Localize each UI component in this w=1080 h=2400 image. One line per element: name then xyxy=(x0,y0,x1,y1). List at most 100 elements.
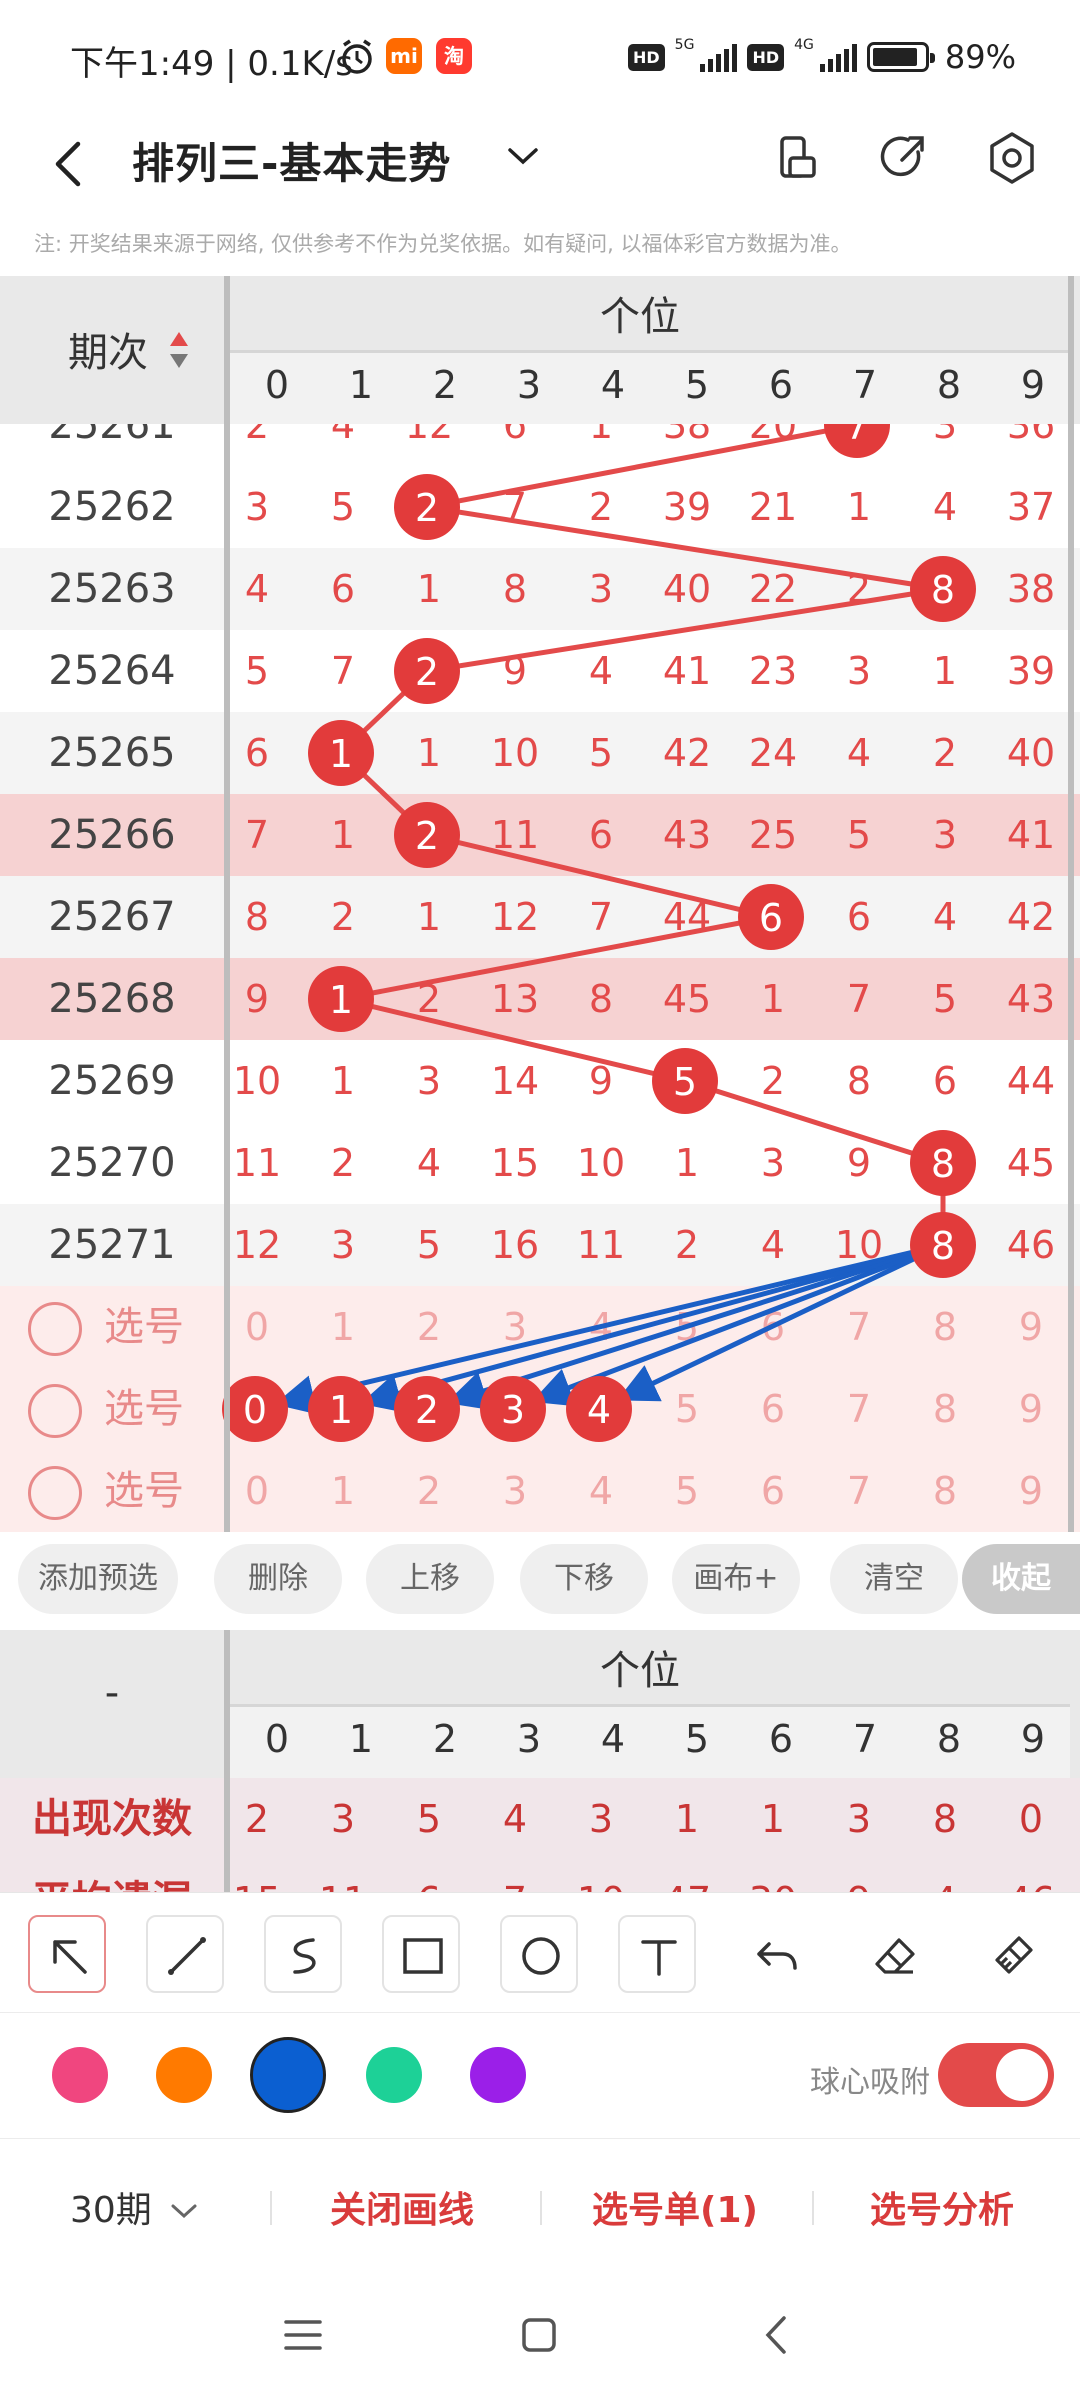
svg-text:1: 1 xyxy=(329,978,353,1022)
hit-ball: 2 xyxy=(394,474,460,540)
action-chip[interactable]: 删除 xyxy=(214,1544,342,1614)
stats-row-label: 出现次数 xyxy=(32,1796,192,1842)
svg-text:0: 0 xyxy=(243,1388,267,1432)
digit-header-5: 5 xyxy=(684,1717,710,1761)
stats-cell: 10 xyxy=(558,1860,644,1892)
digit-header-9: 9 xyxy=(1020,363,1046,407)
digit-header-7: 7 xyxy=(852,1717,878,1761)
trend-rows: 25261 2 4 12 6 1 38 20 3 36 25262 3 5 7 2 39 21 1 4 37 25263… xyxy=(0,424,1080,1532)
hd-icon: HD xyxy=(747,43,785,71)
svg-text:1: 1 xyxy=(329,732,353,776)
net-type-5g: 5G xyxy=(674,37,695,53)
action-chip[interactable]: 添加预选 xyxy=(18,1544,178,1614)
color-swatch[interactable] xyxy=(366,2047,422,2103)
stats-cell: 30 xyxy=(730,1860,816,1892)
trend-line-segment xyxy=(426,424,858,510)
issue-column-header[interactable]: 期次 xyxy=(0,276,224,424)
stats-cell: 0 xyxy=(1018,1797,1044,1841)
trend-line-overlay: 7 2 8 2 1 2 6 1 5 8 8 0 1 2 3 4 xyxy=(222,424,976,1442)
hit-ball: 8 xyxy=(910,556,976,622)
selected-pick-ball: 3 xyxy=(480,1376,546,1442)
stats-cell: 3 xyxy=(330,1797,356,1841)
line-icon xyxy=(168,1937,206,1975)
hit-ball: 5 xyxy=(652,1048,718,1114)
rectangle-tool[interactable] xyxy=(382,1915,460,1993)
period-selector[interactable]: 30期 xyxy=(70,2181,201,2233)
drawn-arrow xyxy=(446,1242,944,1410)
trend-line-segment xyxy=(340,996,686,1084)
svg-text:1: 1 xyxy=(329,1388,353,1432)
hit-ball: 2 xyxy=(394,638,460,704)
snap-to-ball-label: 球心吸附 xyxy=(810,2065,930,2100)
digit-header-3: 3 xyxy=(516,363,542,407)
pick-list-button[interactable]: 选号单(1) xyxy=(592,2181,758,2233)
curve-tool[interactable] xyxy=(264,1915,342,1993)
digit-header-6: 6 xyxy=(768,363,794,407)
undo-button[interactable] xyxy=(736,1915,814,1993)
toggle-knob xyxy=(996,2049,1048,2101)
stats-position-header: 个位 xyxy=(600,1648,680,1694)
hit-ball: 1 xyxy=(308,966,374,1032)
line-tool[interactable] xyxy=(146,1915,224,1993)
drawn-arrow xyxy=(274,1242,944,1415)
sort-icon[interactable] xyxy=(168,328,190,372)
circle-tool[interactable] xyxy=(500,1915,578,1993)
close-drawing-button[interactable]: 关闭画线 xyxy=(330,2181,474,2233)
eraser-button[interactable] xyxy=(854,1915,932,1993)
settings-icon[interactable] xyxy=(980,126,1044,190)
digit-header-0: 0 xyxy=(264,1717,290,1761)
stats-cell: 1 xyxy=(674,1797,700,1841)
svg-text:8: 8 xyxy=(931,568,955,612)
svg-text:2: 2 xyxy=(415,486,439,530)
pick-analysis-button[interactable]: 选号分析 xyxy=(870,2181,1014,2233)
status-bar: 下午1:49 | 0.1K/s mi 淘 HD 5G HD 4G 89% xyxy=(0,0,1080,110)
trend-table-header: 期次 个位 0 1 2 3 4 5 6 7 8 9 xyxy=(0,276,1080,424)
color-swatch[interactable] xyxy=(52,2047,108,2103)
eraser-icon xyxy=(875,1938,915,1974)
select-arrow-tool[interactable] xyxy=(28,1915,106,1993)
share-icon[interactable] xyxy=(872,126,936,190)
snap-to-ball-toggle[interactable] xyxy=(938,2043,1054,2107)
menu-icon[interactable] xyxy=(280,2312,326,2358)
back-icon[interactable] xyxy=(40,134,100,194)
drawing-toolbar xyxy=(0,1892,1080,2012)
text-tool[interactable] xyxy=(618,1915,696,1993)
selected-pick-ball: 4 xyxy=(566,1376,632,1442)
action-chip[interactable]: 清空 xyxy=(830,1544,958,1614)
color-swatch[interactable] xyxy=(156,2047,212,2103)
action-chip[interactable]: 上移 xyxy=(366,1544,494,1614)
color-swatch[interactable] xyxy=(250,2037,326,2113)
stats-cell: 3 xyxy=(588,1797,614,1841)
action-chip[interactable]: 下移 xyxy=(520,1544,648,1614)
circle-icon xyxy=(522,1937,560,1975)
landscape-icon[interactable] xyxy=(766,126,830,190)
chevron-down-icon[interactable] xyxy=(498,132,548,182)
battery-percent: 89% xyxy=(944,38,1016,76)
digit-header-9: 9 xyxy=(1020,1717,1046,1761)
brush-clear-icon xyxy=(995,1936,1033,1974)
digit-header-6: 6 xyxy=(768,1717,794,1761)
svg-text:4: 4 xyxy=(587,1388,611,1432)
digit-header-8: 8 xyxy=(936,1717,962,1761)
back-nav-icon[interactable] xyxy=(754,2312,800,2358)
column-divider xyxy=(1068,276,1074,1532)
svg-text:6: 6 xyxy=(759,896,783,940)
hit-ball: 6 xyxy=(738,884,804,950)
trend-line-segment xyxy=(426,832,772,920)
stats-corner: - xyxy=(104,1670,120,1716)
stats-digit-row: 0 1 2 3 4 5 6 7 8 9 xyxy=(230,1704,1070,1778)
mi-app-icon: mi xyxy=(386,38,422,74)
system-nav-bar xyxy=(0,2272,1080,2400)
stats-row: 平均遗漏1511671047309446 xyxy=(0,1860,1080,1892)
action-chip[interactable]: 画布+ xyxy=(672,1544,800,1614)
signal-icon xyxy=(819,42,857,72)
color-swatch[interactable] xyxy=(470,2047,526,2103)
bottom-action-bar: 30期 关闭画线 选号单(1) 选号分析 xyxy=(0,2138,1080,2272)
page-title[interactable]: 排列三-基本走势 xyxy=(132,130,451,191)
trend-line-segment xyxy=(340,914,772,1002)
home-icon[interactable] xyxy=(516,2312,562,2358)
arrow-up-left-icon xyxy=(53,1940,87,1974)
action-chip[interactable]: 收起 xyxy=(962,1544,1080,1614)
clear-canvas-button[interactable] xyxy=(972,1915,1050,1993)
stats-cell: 4 xyxy=(502,1797,528,1841)
